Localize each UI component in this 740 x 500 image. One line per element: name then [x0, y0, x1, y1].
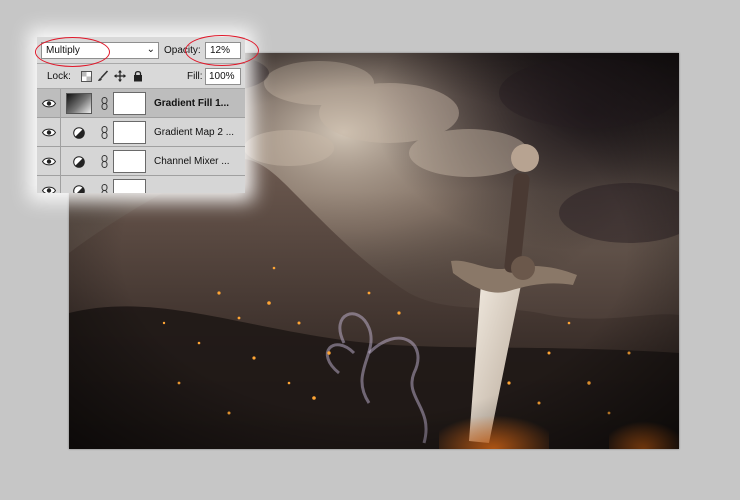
adjustment-layer-icon: [66, 151, 92, 172]
fill-field[interactable]: 100%: [205, 68, 241, 85]
visibility-toggle[interactable]: [37, 147, 61, 175]
gradient-fill-thumbnail: [66, 93, 92, 114]
layer-name: Channel Mixer ...: [154, 156, 230, 167]
link-chain-icon: [100, 125, 108, 139]
opacity-field[interactable]: 12%: [205, 42, 241, 59]
link-chain-icon: [100, 154, 108, 168]
layer-row-partial[interactable]: [37, 176, 245, 193]
blend-mode-dropdown[interactable]: Multiply ⌄: [41, 42, 159, 59]
adjustment-layer-icon: [66, 180, 92, 193]
link-chain-icon: [100, 96, 108, 110]
layer-row-channel-mixer[interactable]: Channel Mixer ...: [37, 147, 245, 176]
layers-panel: Multiply ⌄ Opacity: 12% Lock: Fill: 100%: [37, 37, 245, 193]
blend-mode-value: Multiply: [46, 45, 80, 56]
brush-lock-icon[interactable]: [97, 70, 109, 82]
layer-name: Gradient Map 2 ...: [154, 127, 235, 138]
visibility-toggle[interactable]: [37, 176, 61, 193]
layer-row-gradient-map[interactable]: Gradient Map 2 ...: [37, 118, 245, 147]
layer-row-gradient-fill[interactable]: Gradient Fill 1...: [37, 89, 245, 118]
fill-value: 100%: [209, 71, 235, 82]
layer-mask-thumbnail[interactable]: [113, 92, 146, 115]
blend-options-bar: Multiply ⌄ Opacity: 12%: [37, 37, 245, 64]
eye-icon: [41, 186, 56, 193]
move-lock-icon[interactable]: [114, 70, 126, 82]
lock-label: Lock:: [47, 71, 71, 82]
opacity-label: Opacity:: [164, 45, 201, 56]
eye-icon: [41, 157, 56, 165]
eye-icon: [41, 128, 56, 136]
link-chain-icon: [100, 183, 108, 193]
padlock-icon[interactable]: [132, 70, 144, 82]
opacity-value: 12%: [210, 45, 231, 56]
chevron-down-icon: ⌄: [146, 44, 155, 55]
fill-label: Fill:: [187, 71, 203, 82]
layer-mask-thumbnail[interactable]: [113, 179, 146, 193]
layer-name: Gradient Fill 1...: [154, 98, 230, 109]
lock-options-bar: Lock: Fill: 100%: [37, 64, 245, 89]
visibility-toggle[interactable]: [37, 118, 61, 146]
visibility-toggle[interactable]: [37, 89, 61, 117]
layer-mask-thumbnail[interactable]: [113, 121, 146, 144]
adjustment-layer-icon: [66, 122, 92, 143]
transparency-lock-icon[interactable]: [80, 70, 92, 82]
layer-mask-thumbnail[interactable]: [113, 150, 146, 173]
eye-icon: [41, 99, 56, 107]
